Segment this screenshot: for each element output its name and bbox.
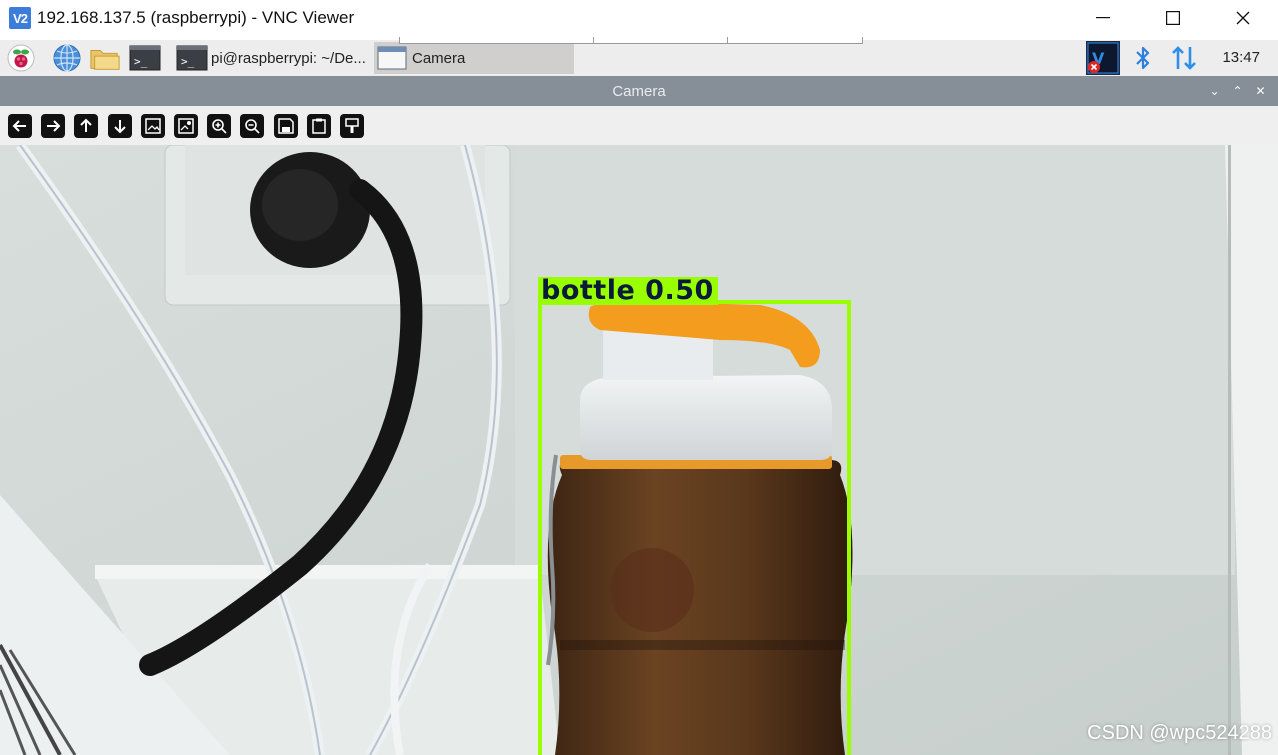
svg-text:>_: >_ bbox=[134, 55, 148, 68]
save-icon[interactable] bbox=[273, 113, 298, 138]
minimize-icon bbox=[1096, 17, 1110, 19]
network-icon[interactable] bbox=[1168, 42, 1200, 74]
zoom-in-icon[interactable] bbox=[207, 113, 232, 138]
maximize-icon bbox=[1166, 11, 1180, 25]
panel-clock: 13:47 bbox=[1222, 49, 1260, 66]
camera-minimize-button[interactable]: ⌄ bbox=[1203, 84, 1226, 98]
forward-arrow-icon[interactable] bbox=[41, 113, 66, 138]
bluetooth-icon[interactable] bbox=[1127, 42, 1159, 74]
window-icon bbox=[377, 46, 407, 70]
terminal-icon[interactable]: >_ bbox=[129, 42, 161, 74]
camera-maximize-button[interactable]: ⌃ bbox=[1226, 84, 1249, 98]
close-button[interactable] bbox=[1208, 0, 1278, 36]
detection-bounding-box bbox=[538, 300, 851, 755]
vnc-logo-icon: V2 bbox=[9, 7, 31, 29]
svg-text:>_: >_ bbox=[181, 55, 195, 68]
down-arrow-icon[interactable] bbox=[107, 113, 132, 138]
vnc-viewer-window: V2 192.168.137.5 (raspberrypi) - VNC Vie… bbox=[0, 0, 1278, 755]
camera-close-button[interactable]: ✕ bbox=[1249, 84, 1272, 98]
camera-window-title-bar: Camera ⌄ ⌃ ✕ bbox=[0, 76, 1278, 106]
clipboard-icon[interactable] bbox=[306, 113, 331, 138]
brush-icon[interactable] bbox=[339, 113, 364, 138]
close-icon bbox=[1236, 11, 1250, 25]
taskbar-item-label: pi@raspberrypi: ~/De... bbox=[211, 49, 366, 67]
terminal-icon: >_ bbox=[176, 45, 208, 71]
minimize-button[interactable] bbox=[1068, 0, 1138, 36]
taskbar-item-terminal[interactable]: >_ pi@raspberrypi: ~/De... bbox=[174, 42, 372, 74]
image-settings-icon[interactable] bbox=[173, 113, 198, 138]
camera-window-title: Camera bbox=[612, 82, 666, 100]
taskbar-item-camera[interactable]: Camera bbox=[374, 42, 574, 74]
web-browser-icon[interactable] bbox=[51, 42, 83, 74]
camera-view: bottle 0.50 CSDN @wpc524288 bbox=[0, 145, 1278, 755]
menu-remnant bbox=[399, 37, 863, 44]
image-icon[interactable] bbox=[140, 113, 165, 138]
file-manager-icon[interactable] bbox=[89, 42, 121, 74]
zoom-out-icon[interactable] bbox=[240, 113, 265, 138]
raspberry-menu-icon[interactable] bbox=[5, 42, 37, 74]
window-title-bar: V2 192.168.137.5 (raspberrypi) - VNC Vie… bbox=[0, 0, 1278, 36]
detection-label: bottle 0.50 bbox=[538, 277, 718, 305]
up-arrow-icon[interactable] bbox=[74, 113, 99, 138]
maximize-button[interactable] bbox=[1138, 0, 1208, 36]
back-arrow-icon[interactable] bbox=[8, 113, 32, 138]
camera-toolbar bbox=[0, 106, 1278, 145]
window-title: 192.168.137.5 (raspberrypi) - VNC Viewer bbox=[37, 8, 355, 27]
taskbar-item-label: Camera bbox=[412, 49, 466, 67]
watermark: CSDN @wpc524288 bbox=[1087, 722, 1272, 744]
vnc-server-icon[interactable]: V bbox=[1085, 40, 1121, 76]
raspberry-pi-panel: >_ >_ pi@raspberrypi: ~/De... Camera V 1… bbox=[0, 40, 1278, 76]
